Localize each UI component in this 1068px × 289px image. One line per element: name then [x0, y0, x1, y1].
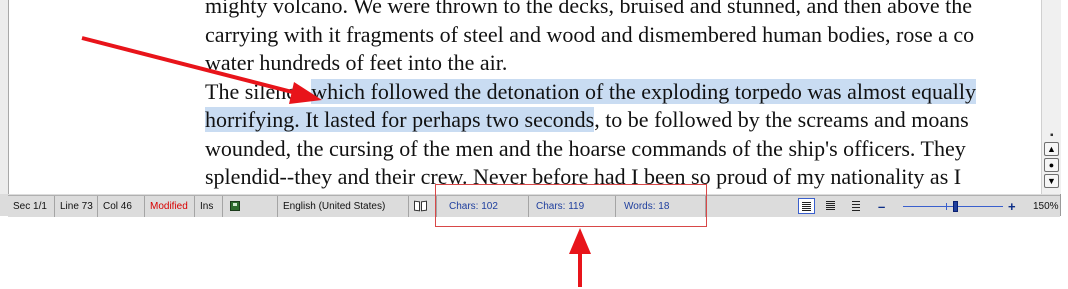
- document-text[interactable]: mighty volcano. We were thrown to the de…: [205, 0, 1041, 192]
- spellcheck-status[interactable]: [409, 196, 437, 217]
- document-line[interactable]: carrying with it fragments of steel and …: [205, 21, 1041, 50]
- selected-text[interactable]: which followed the detonation of the exp…: [311, 78, 977, 104]
- zoom-slider-center-tick: [946, 203, 947, 210]
- document-line[interactable]: horrifying. It lasted for perhaps two se…: [205, 106, 1041, 135]
- line-text[interactable]: water hundreds of feet into the air.: [205, 50, 507, 75]
- selected-text[interactable]: horrifying. It lasted for perhaps two se…: [205, 107, 595, 132]
- zoom-in-button[interactable]: +: [1008, 196, 1016, 217]
- disk-icon: [230, 201, 240, 211]
- zoom-out-button[interactable]: –: [878, 196, 885, 217]
- zoom-slider-thumb[interactable]: [953, 201, 958, 212]
- annotation-arrow-to-counts: [569, 228, 591, 287]
- document-line[interactable]: mighty volcano. We were thrown to the de…: [205, 0, 1041, 21]
- window-left-border: [0, 0, 9, 194]
- status-section[interactable]: Sec 1/1: [8, 196, 55, 217]
- line-text[interactable]: carrying with it fragments of steel and …: [205, 22, 974, 47]
- document-line[interactable]: The silence which followed the detonatio…: [205, 78, 1041, 107]
- document-line[interactable]: water hundreds of feet into the air.: [205, 49, 1041, 78]
- book-icon: [414, 200, 428, 212]
- line-text[interactable]: , to be followed by the screams and moan…: [594, 107, 969, 132]
- scroll-indicator: ▪: [1050, 130, 1054, 141]
- view-web-button[interactable]: [823, 198, 840, 214]
- status-language[interactable]: English (United States): [278, 196, 409, 217]
- annotation-highlight-box: [435, 184, 707, 227]
- line-text[interactable]: The silence: [205, 79, 311, 104]
- line-text[interactable]: wounded, the cursing of the men and the …: [205, 136, 966, 161]
- document-line[interactable]: wounded, the cursing of the men and the …: [205, 135, 1041, 164]
- status-col[interactable]: Col 46: [98, 196, 145, 217]
- status-line[interactable]: Line 73: [55, 196, 98, 217]
- save-status[interactable]: [223, 196, 278, 217]
- view-normal-button[interactable]: [798, 198, 815, 214]
- vertical-scrollbar[interactable]: ▪ ▲ ● ▼: [1041, 0, 1061, 194]
- status-insert-mode[interactable]: Ins: [195, 196, 223, 217]
- document-area[interactable]: mighty volcano. We were thrown to the de…: [9, 0, 1041, 194]
- browse-object-icon[interactable]: ●: [1044, 158, 1059, 172]
- status-modified[interactable]: Modified: [145, 196, 195, 217]
- view-page-button[interactable]: [848, 198, 865, 214]
- page-up-icon[interactable]: ▲: [1044, 142, 1059, 156]
- line-text[interactable]: mighty volcano. We were thrown to the de…: [205, 0, 972, 18]
- page-down-icon[interactable]: ▼: [1044, 174, 1059, 188]
- zoom-level[interactable]: 150%: [1028, 196, 1060, 217]
